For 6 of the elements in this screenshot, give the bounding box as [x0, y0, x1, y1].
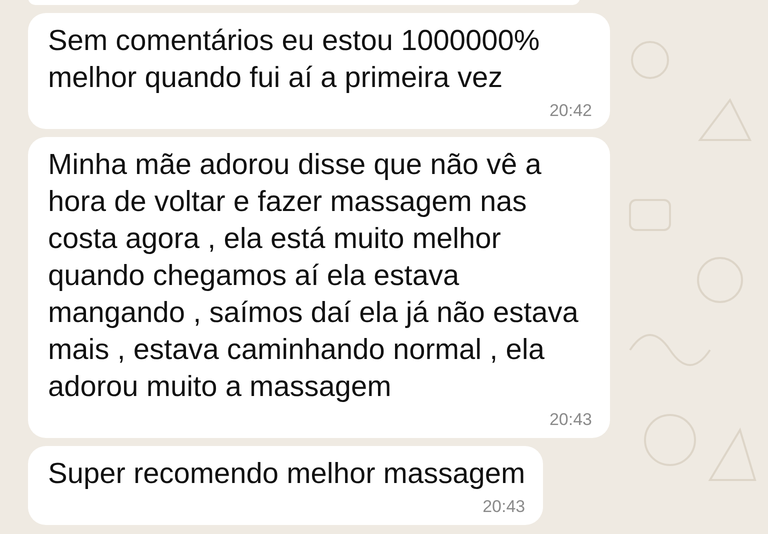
message-text: Super recomendo melhor massagem: [48, 457, 526, 492]
message-text: Sem comentários eu estou 1000000% melhor quando fui aí a primeira vez: [48, 24, 541, 96]
message-time: 20:43: [482, 496, 526, 518]
message-text: Minha mãe adorou disse que não vê a hora de voltar e fazer massagem nas costa agora , ela está muito melhor quando chegamos aí ela estava mangando , saímos daí ela já não estava mais , estava caminhando normal , ela adorou muito a massagem: [48, 148, 580, 405]
message-time: 20:43: [549, 409, 592, 431]
message-time: 20:42: [549, 100, 592, 122]
